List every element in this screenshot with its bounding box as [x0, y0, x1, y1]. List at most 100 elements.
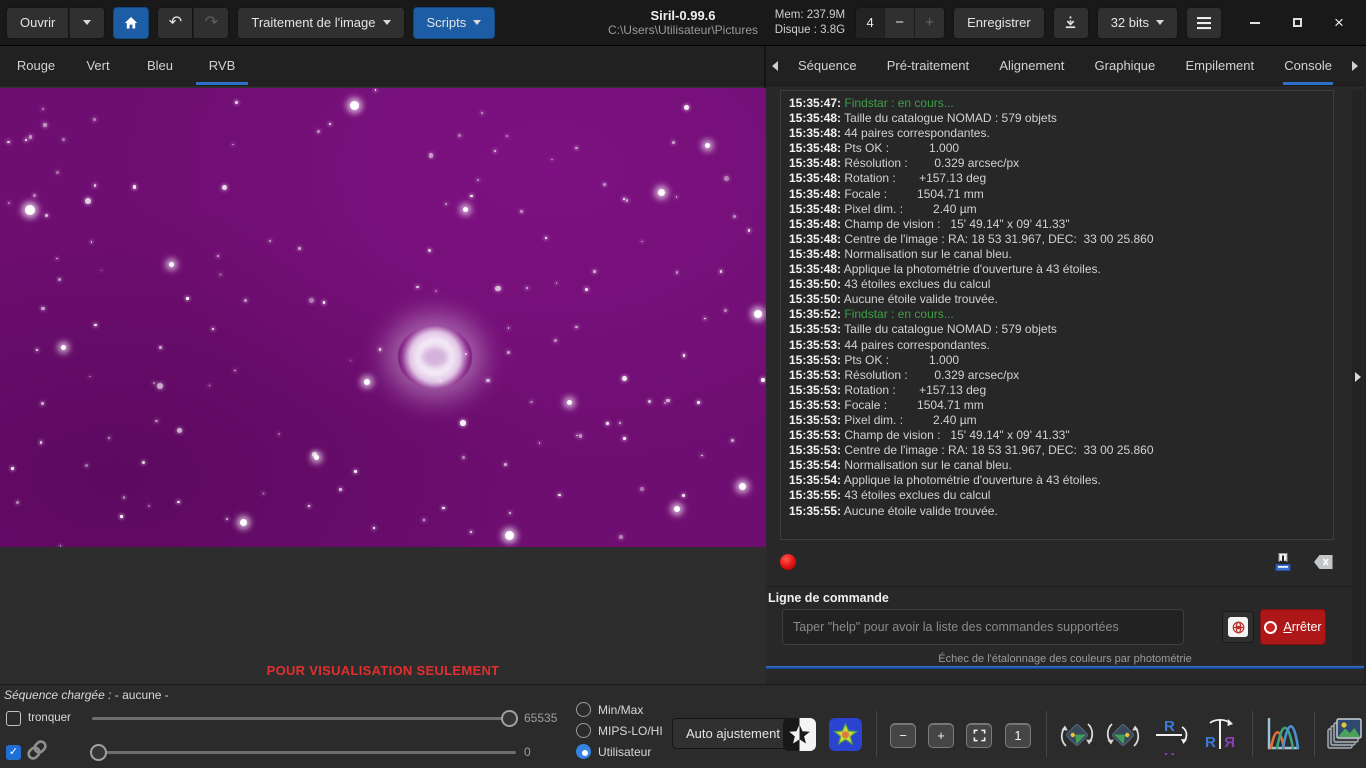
console-line: 15:35:48: 44 paires correspondantes.: [789, 126, 990, 141]
save-button[interactable]: Enregistrer: [953, 6, 1045, 39]
tool-tabbar: Séquence Pré-traitement Alignement Graphiqu…: [766, 46, 1364, 86]
zoom-one-button[interactable]: 1: [1005, 723, 1031, 748]
tools-panel: Séquence Pré-traitement Alignement Graphiqu…: [766, 46, 1364, 684]
zoom-100-icon: 1: [1014, 728, 1022, 743]
command-section: Ligne de commande Arrêter Échec de l'éta…: [766, 586, 1364, 684]
thread-increment-button[interactable]: +: [914, 7, 945, 38]
zoom-fit-button[interactable]: [966, 723, 992, 748]
svg-text:R: R: [1224, 734, 1235, 751]
truncate-checkbox[interactable]: [6, 711, 21, 726]
console-line: 15:35:53: Rotation : +157.13 deg: [789, 382, 987, 397]
tab-bleu[interactable]: Bleu: [129, 46, 191, 85]
chevron-down-icon: [473, 20, 482, 25]
image-list-button[interactable]: [1324, 715, 1362, 754]
zoom-out-button[interactable]: −: [890, 723, 916, 748]
auto-adjust-label: Auto ajustement: [686, 726, 780, 741]
mode-radio-mips-lo-hi[interactable]: MIPS-LO/HI: [576, 723, 663, 738]
channel-tabs: Rouge Vert Bleu RVB: [0, 46, 764, 86]
console-line: 15:35:53: Pts OK : 1.000: [789, 352, 960, 367]
console-log[interactable]: 15:35:47: Findstar : en cours... 15:35:48…: [780, 90, 1334, 540]
high-level-slider[interactable]: [92, 709, 518, 727]
histogram-icon: [1267, 718, 1300, 750]
record-indicator-icon: [780, 554, 796, 570]
home-button[interactable]: [113, 6, 150, 39]
thread-decrement-button[interactable]: −: [884, 7, 915, 38]
command-line-label: Ligne de commande: [768, 591, 889, 605]
mode-radio-min-max[interactable]: Min/Max: [576, 702, 663, 717]
menu-button[interactable]: [1186, 6, 1222, 39]
low-level-slider[interactable]: [90, 743, 516, 761]
tab-empilement[interactable]: Empilement: [1179, 46, 1260, 85]
zoom-in-button[interactable]: +: [928, 723, 954, 748]
expand-arrow-icon: [1354, 372, 1361, 382]
tab-console[interactable]: Console: [1278, 46, 1338, 85]
restore-button[interactable]: [1276, 7, 1318, 39]
negative-view-toggle[interactable]: [783, 718, 816, 751]
redo-icon: ↷: [204, 13, 219, 31]
rotate-left-icon: [1060, 723, 1094, 747]
flip-horizontal-button[interactable]: R R: [1200, 715, 1240, 755]
undo-button[interactable]: ↶: [157, 6, 194, 39]
image-viewport[interactable]: [0, 88, 766, 547]
disk-space: Disque : 3.8G: [774, 23, 846, 36]
tabs-scroll-right-button[interactable]: [1348, 46, 1362, 85]
high-slider-handle[interactable]: [501, 710, 518, 727]
console-line: 15:35:48: Focale : 1504.71 mm: [789, 186, 984, 201]
thread-spinner: 4 − +: [855, 6, 946, 39]
tab-rouge[interactable]: Rouge: [5, 46, 67, 85]
chevron-down-icon: [83, 20, 92, 25]
stop-label: Arrêter: [1283, 620, 1322, 634]
false-color-toggle[interactable]: [829, 718, 862, 751]
histogram-button[interactable]: [1262, 713, 1304, 758]
tab-vert[interactable]: Vert: [67, 46, 129, 85]
flip-vertical-button[interactable]: R R: [1152, 715, 1192, 766]
close-button[interactable]: ×: [1318, 7, 1360, 39]
restore-icon: [1292, 18, 1302, 27]
zoom-in-icon: +: [937, 728, 945, 743]
console-line: 15:35:53: Focale : 1504.71 mm: [789, 397, 984, 412]
negative-star-icon: [783, 718, 816, 751]
stop-button[interactable]: Arrêter: [1260, 609, 1326, 645]
rotate-right-button[interactable]: [1104, 715, 1142, 758]
image-processing-label: Traitement de l'image: [251, 15, 376, 30]
image-void-area: POUR VISUALISATION SEULEMENT: [0, 547, 766, 684]
rotate-left-button[interactable]: [1058, 715, 1096, 758]
save-as-button[interactable]: [1052, 6, 1089, 39]
command-input[interactable]: [782, 609, 1184, 645]
link-icon: [24, 737, 50, 768]
link-levels-checkbox[interactable]: ✓: [6, 745, 21, 760]
arrow-left-icon: [772, 60, 778, 71]
tabs-scroll-left-button[interactable]: [768, 46, 782, 85]
tab-s-quence[interactable]: Séquence: [792, 46, 863, 85]
export-log-button[interactable]: [1270, 550, 1296, 574]
clear-log-button[interactable]: [1310, 550, 1336, 574]
open-dropdown-button[interactable]: [69, 6, 106, 39]
tab-rvb[interactable]: RVB: [191, 46, 253, 85]
redo-button[interactable]: ↷: [193, 6, 230, 39]
console-line: 15:35:50: Aucune étoile valide trouvée.: [789, 292, 998, 307]
console-line: 15:35:50: 43 étoiles exclues du calcul: [789, 277, 991, 292]
tab-alignement[interactable]: Alignement: [993, 46, 1070, 85]
console-line: 15:35:53: Champ de vision : 15' 49.14" x…: [789, 428, 1070, 443]
chevron-down-icon: [1156, 20, 1164, 25]
image-processing-menu-button[interactable]: Traitement de l'image: [237, 6, 405, 39]
scripts-menu-button[interactable]: Scripts: [412, 6, 496, 39]
console-line: 15:35:48: Résolution : 0.329 arcsec/px: [789, 156, 1020, 171]
bottom-bar: Séquence chargée : - aucune - tronquer 6…: [0, 684, 1366, 768]
command-reference-button[interactable]: [1222, 611, 1254, 643]
panel-expander-handle[interactable]: [1352, 90, 1363, 664]
tab-pr-traitement[interactable]: Pré-traitement: [881, 46, 975, 85]
home-icon: [125, 16, 138, 28]
undo-icon: ↶: [168, 13, 183, 31]
minimize-button[interactable]: [1234, 7, 1276, 39]
divider: [1314, 711, 1315, 757]
open-button[interactable]: Ouvrir: [6, 6, 70, 39]
bit-depth-dropdown[interactable]: 32 bits: [1096, 6, 1178, 39]
console-line: 15:35:55: 43 étoiles exclues du calcul: [789, 488, 991, 503]
thread-count-input[interactable]: 4: [856, 7, 885, 38]
tab-graphique[interactable]: Graphique: [1089, 46, 1162, 85]
low-slider-handle[interactable]: [90, 744, 107, 761]
mode-radio-utilisateur[interactable]: Utilisateur: [576, 744, 663, 759]
image-stack-icon: [1327, 718, 1362, 749]
arrow-right-icon: [1352, 60, 1358, 71]
